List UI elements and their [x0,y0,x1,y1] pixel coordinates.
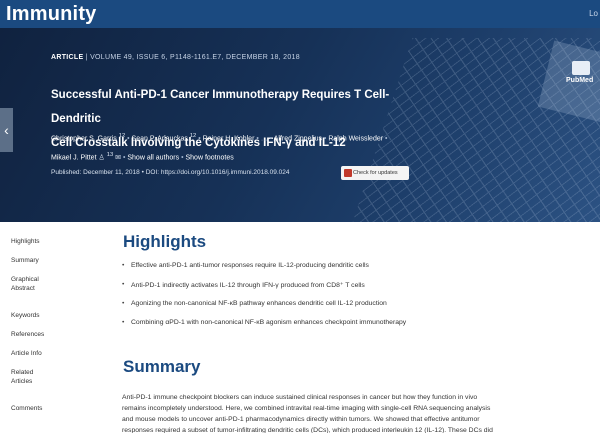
sidebar-item-graphical-abstract[interactable]: Graphical Abstract [11,276,51,312]
summary-heading: Summary [123,357,201,376]
previous-article-button[interactable]: ‹ [0,108,13,152]
author-link[interactable]: Rainer H. Kohler [203,135,255,142]
summary-line: responses required a subset of tumor-inf… [122,427,493,433]
list-item: Effective anti-PD-1 anti-tumor responses… [122,262,592,281]
sidebar-item-references[interactable]: References [11,331,71,350]
article-header: PubMed ‹ ARTICLE | VOLUME 49, ISSUE 6, P… [0,28,600,222]
check-for-updates-button[interactable]: Check for updates [341,166,409,180]
top-bar: Immunity Lo [0,0,600,28]
author-sup: 12 [118,133,126,139]
sidebar-item-summary[interactable]: Summary [11,257,71,276]
summary-line: Anti-PD-1 immune checkpoint blockers can… [122,394,478,401]
pubmed-icon[interactable] [572,61,590,75]
author-sup: 13 [106,152,114,159]
sidebar-item-related-articles[interactable]: Related Articles [11,369,51,405]
title-line-1: Successful Anti-PD-1 Cancer Immunotherap… [51,89,390,125]
list-item: Agonizing the non-canonical NF-κB pathwa… [122,300,592,319]
list-item: Combining αPD-1 with non-canonical NF-κB… [122,319,592,338]
author-link[interactable]: Ralph Weissleder [328,135,383,142]
author-link[interactable]: Alfred Zippelius [274,135,322,142]
author-list: Christopher S. Garris 12 • Sean P. Arlau… [51,133,388,162]
summary-line: and mouse models to uncover anti-PD-1 ph… [122,416,480,423]
person-icon: ♙ [98,154,107,162]
check-updates-label: Check for updates [353,170,398,176]
published-date: Published: December 11, 2018 [51,169,140,176]
volume-info: VOLUME 49, ISSUE 6, P1148-1161.E7, DECEM… [90,54,300,61]
sidebar-item-article-info[interactable]: Article Info [11,350,71,369]
show-footnotes-link[interactable]: Show footnotes [185,155,233,162]
author-sup: 12 [189,133,197,139]
author-link[interactable]: Mikael J. Pittet [51,155,97,162]
highlights-heading: Highlights [123,232,207,251]
article-meta: ARTICLE | VOLUME 49, ISSUE 6, P1148-1161… [51,54,300,61]
show-all-authors-link[interactable]: Show all authors [127,155,179,162]
journal-logo[interactable]: Immunity [6,3,97,26]
article-type-label: ARTICLE [51,54,84,61]
summary-line: remains incompletely understood. Here, w… [122,405,491,412]
crossmark-icon [344,169,352,177]
article-sidebar-nav: Highlights Summary Graphical Abstract Ke… [11,238,71,424]
sidebar-item-highlights[interactable]: Highlights [11,238,71,257]
doi-link[interactable]: DOI: https://doi.org/10.1016/j.immuni.20… [146,169,290,176]
pubmed-link[interactable]: PubMed [566,77,593,84]
sidebar-item-keywords[interactable]: Keywords [11,312,71,331]
author-link[interactable]: Christopher S. Garris [51,135,117,142]
author-link[interactable]: Sean P. Arlauckas [132,135,188,142]
login-link[interactable]: Lo [589,9,598,18]
email-icon[interactable]: ✉ [115,155,123,162]
chevron-left-icon: ‹ [4,122,9,138]
highlights-list: Effective anti-PD-1 anti-tumor responses… [122,262,592,338]
list-item: Anti-PD-1 indirectly activates IL-12 thr… [122,281,592,300]
publication-info: Published: December 11, 2018 • DOI: http… [51,169,290,176]
summary-text: Anti-PD-1 immune checkpoint blockers can… [122,392,590,433]
sidebar-item-comments[interactable]: Comments [11,405,71,424]
